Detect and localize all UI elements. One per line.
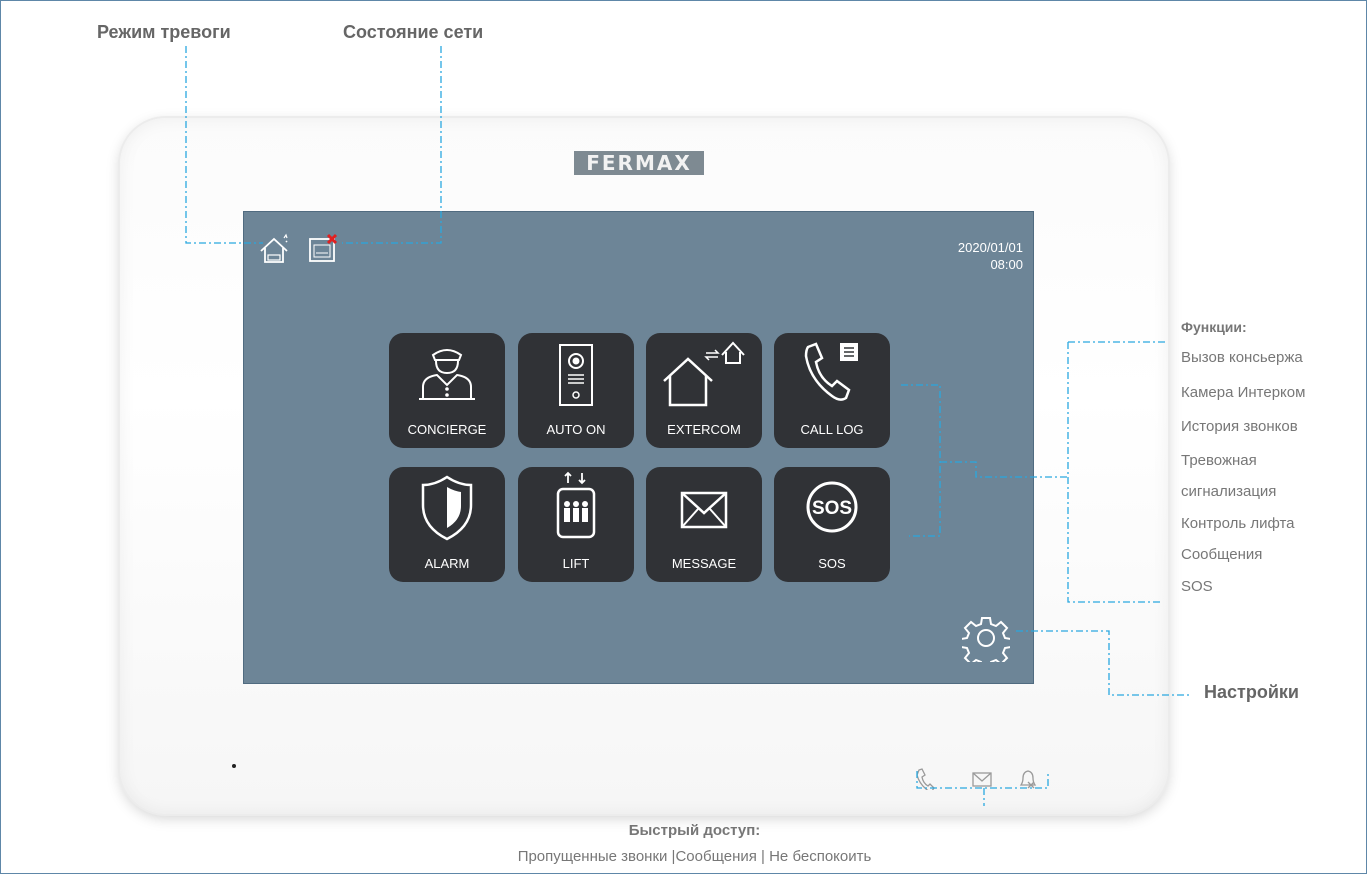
tile-label: CALL LOG (800, 422, 864, 437)
tile-label: SOS (818, 556, 846, 571)
tile-extercom[interactable]: EXTERCOM (646, 333, 762, 448)
message-icon[interactable] (971, 768, 993, 790)
network-status-annotation: Состояние сети (343, 22, 484, 42)
function-item-call-history: История звонков (1181, 418, 1298, 435)
tile-label: EXTERCOM (667, 422, 741, 437)
elevator-icon (556, 471, 596, 539)
tile-call-log[interactable]: CALL LOG (774, 333, 890, 448)
svg-text:SOS: SOS (812, 498, 852, 519)
screen-date: 2020/01/01 (957, 240, 1023, 255)
microphone-hole (232, 764, 236, 768)
quick-access-items: Пропущенные звонки |Сообщения | Не беспо… (517, 848, 872, 865)
tile-label: LIFT (562, 556, 590, 571)
function-item-alarm-line2: сигнализация (1181, 483, 1277, 500)
door-panel-icon (559, 344, 593, 406)
shield-icon (421, 475, 473, 541)
tile-label: MESSAGE (671, 556, 737, 571)
tile-label: AUTO ON (546, 422, 606, 437)
phone-log-icon (804, 342, 858, 401)
function-item-sos: SOS (1181, 578, 1213, 595)
tile-label: CONCIERGE (407, 422, 487, 437)
function-item-concierge: Вызов консьержа (1181, 349, 1303, 366)
function-item-messages: Сообщения (1181, 546, 1263, 563)
functions-title: Функции: (1181, 319, 1247, 335)
tile-lift[interactable]: LIFT (518, 467, 634, 582)
function-item-camera: Камера Интерком (1181, 384, 1306, 401)
envelope-icon (680, 491, 728, 529)
quick-access-title: Быстрый доступ: (628, 822, 761, 839)
brand-logo: FERMAX (574, 151, 704, 175)
tile-message[interactable]: MESSAGE (646, 467, 762, 582)
settings-annotation: Настройки (1204, 682, 1299, 702)
settings-gear-icon[interactable] (962, 614, 1010, 662)
function-item-lift: Контроль лифта (1181, 515, 1295, 532)
tile-auto-on[interactable]: AUTO ON (518, 333, 634, 448)
tile-sos[interactable]: SOS SOS (774, 467, 890, 582)
alarm-mode-annotation: Режим тревоги (97, 22, 231, 42)
tile-label: ALARM (424, 556, 470, 571)
tile-concierge[interactable]: CONCIERGE (389, 333, 505, 448)
network-disconnected-icon (307, 233, 341, 265)
touch-screen (243, 211, 1034, 684)
function-item-alarm-line1: Тревожная (1181, 452, 1257, 469)
tile-alarm[interactable]: ALARM (389, 467, 505, 582)
concierge-icon (419, 349, 475, 400)
sos-icon: SOS (806, 481, 858, 533)
house-alarm-icon (258, 233, 300, 265)
screen-datetime: 2020/01/01 08:00 (926, 239, 1023, 273)
house-transfer-icon (663, 341, 745, 407)
missed-call-icon[interactable] (914, 768, 936, 790)
do-not-disturb-icon[interactable] (1016, 768, 1038, 790)
screen-time: 08:00 (990, 257, 1023, 272)
